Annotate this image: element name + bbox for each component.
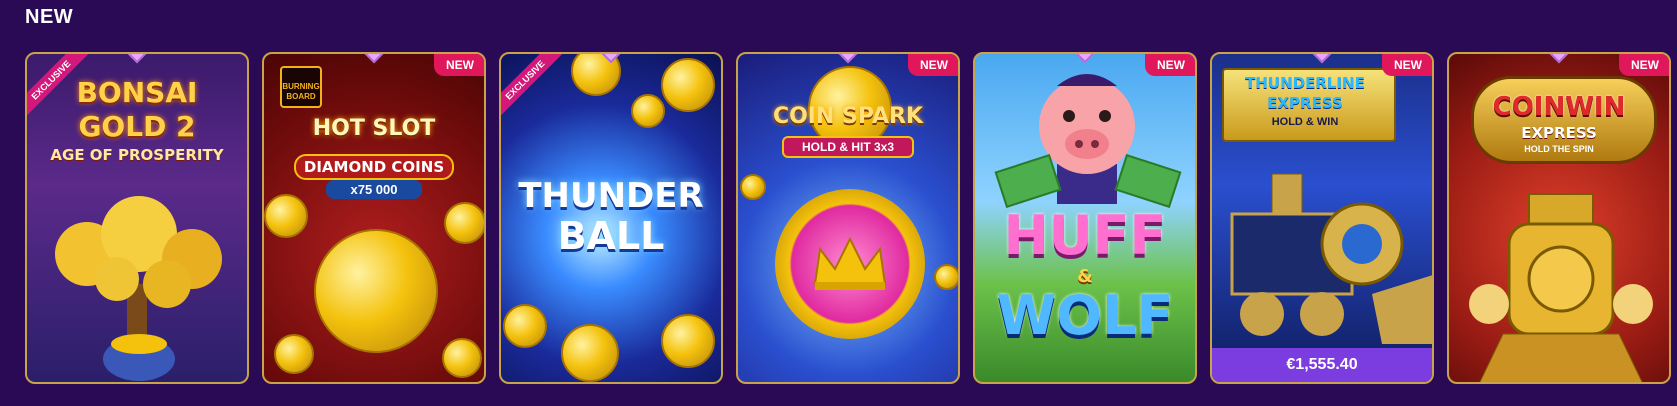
game-card-huff-and-wolf[interactable]: NEW HUFF & WOLF bbox=[973, 52, 1197, 384]
game-logo-line3: AGE OF PROSPERITY bbox=[50, 146, 224, 164]
games-row: EXCLUSIVE BONSAI GOLD 2 AGE OF PROSPERIT… bbox=[25, 52, 1671, 384]
coin-icon bbox=[444, 202, 484, 244]
crown-icon bbox=[813, 236, 887, 290]
gem-icon bbox=[362, 54, 386, 64]
game-card-bonsai-gold-2[interactable]: EXCLUSIVE BONSAI GOLD 2 AGE OF PROSPERIT… bbox=[25, 52, 249, 384]
game-logo-line1: THUNDER bbox=[518, 176, 704, 216]
new-badge: NEW bbox=[1145, 54, 1195, 76]
game-logo-line3: HOLD THE SPIN bbox=[1524, 144, 1594, 154]
new-badge: NEW bbox=[1382, 54, 1432, 76]
game-logo-line1: HOT SLOT bbox=[312, 116, 436, 141]
game-card-coin-spark[interactable]: NEW COIN SPARK HOLD & HIT 3x3 bbox=[736, 52, 960, 384]
gem-icon bbox=[125, 54, 149, 64]
jackpot-amount: €1,555.40 bbox=[1212, 348, 1432, 382]
game-logo-line1: COINWIN bbox=[1492, 92, 1626, 122]
new-badge: NEW bbox=[434, 54, 484, 76]
coin-icon bbox=[661, 314, 715, 368]
gem-icon bbox=[836, 54, 860, 64]
game-logo-line2: DIAMOND COINS bbox=[294, 154, 454, 180]
train-art bbox=[1230, 173, 1432, 344]
game-logo-line3: x75 000 bbox=[326, 180, 422, 199]
gem-icon bbox=[1310, 54, 1334, 64]
coin-icon bbox=[442, 338, 482, 378]
large-coin-icon bbox=[314, 229, 438, 353]
game-logo-line1: HUFF bbox=[1003, 204, 1167, 267]
new-badge: NEW bbox=[1619, 54, 1669, 76]
exclusive-ribbon: EXCLUSIVE bbox=[501, 54, 567, 122]
game-logo-line3: WOLF bbox=[996, 284, 1174, 347]
section-title: NEW bbox=[25, 6, 74, 28]
coin-icon bbox=[274, 334, 314, 374]
game-logo-line1: THUNDERLINE bbox=[1245, 74, 1365, 92]
coin-icon bbox=[503, 304, 547, 348]
game-logo-line2: BALL bbox=[557, 214, 665, 258]
coin-icon bbox=[631, 94, 665, 128]
bonsai-tree-art bbox=[55, 196, 222, 381]
game-card-hot-slot-diamond-coins[interactable]: NEW BURNING BOARD HOT SLOT DIAMOND COINS… bbox=[262, 52, 486, 384]
game-logo-line2: HOLD & HIT 3x3 bbox=[782, 136, 914, 158]
game-logo-line2: GOLD 2 bbox=[78, 110, 196, 143]
coin-icon bbox=[934, 264, 958, 290]
game-card-coinwin-express[interactable]: NEW COINWIN EXPRESS HOLD THE SPIN bbox=[1447, 52, 1671, 384]
burning-board-brand: BURNING BOARD bbox=[280, 66, 322, 108]
gem-icon bbox=[1073, 54, 1097, 64]
coin-icon bbox=[740, 174, 766, 200]
coin-icon bbox=[661, 58, 715, 112]
game-card-thunderline-express[interactable]: NEW THUNDERLINE EXPRESS HOLD & WIN €1,55… bbox=[1210, 52, 1434, 384]
game-logo-line1: COIN SPARK bbox=[772, 104, 924, 129]
coin-icon bbox=[264, 194, 308, 238]
game-logo-line2: EXPRESS bbox=[1521, 124, 1597, 142]
gem-icon bbox=[1547, 54, 1571, 64]
game-logo-line3: HOLD & WIN bbox=[1271, 116, 1339, 128]
game-card-thunder-ball[interactable]: EXCLUSIVE THUNDER BALL bbox=[499, 52, 723, 384]
golden-train-art bbox=[1469, 193, 1653, 382]
game-logo-line2: EXPRESS bbox=[1267, 94, 1343, 112]
coin-icon bbox=[561, 324, 619, 382]
new-badge: NEW bbox=[908, 54, 958, 76]
